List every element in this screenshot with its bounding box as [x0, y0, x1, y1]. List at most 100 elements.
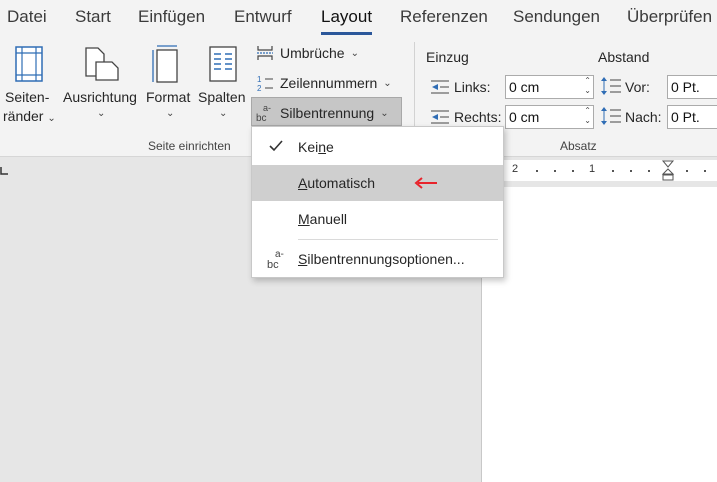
red-arrow-annotation-icon [414, 177, 437, 189]
ruler-tick [686, 170, 688, 172]
spacing-after-icon [601, 107, 621, 125]
spinner-arrows-icon[interactable]: ⌃ ⌄ [584, 106, 591, 126]
tab-datei[interactable]: Datei [7, 7, 47, 27]
word-window: Datei Start Einfügen Entwurf Layout Refe… [0, 0, 717, 482]
access-key: M [298, 211, 310, 227]
silbentrennung-button[interactable]: a- bc Silbentrennung ⌄ [256, 103, 389, 123]
ruler-tick [536, 170, 538, 172]
spacing-before-value: 0 Pt. [671, 79, 700, 95]
ruler-tick [554, 170, 556, 172]
ribbon-tabs: Datei Start Einfügen Entwurf Layout Refe… [0, 0, 717, 38]
menu-separator [298, 239, 498, 240]
tab-einfuegen[interactable]: Einfügen [138, 7, 205, 27]
document-page[interactable] [481, 187, 717, 482]
orientation-icon [85, 47, 119, 81]
chevron-down-icon: ⌄ [383, 77, 392, 89]
format-label: Format [146, 89, 191, 105]
silbentrennung-dropdown: Keine Automatisch Manuell a- bc Silbentr… [251, 126, 504, 278]
seitenraender-label-2: ränder [3, 108, 44, 124]
svg-text:bc: bc [267, 259, 279, 271]
columns-icon [209, 46, 237, 82]
svg-text:2: 2 [257, 84, 262, 92]
spacing-before-input[interactable]: 0 Pt. [667, 75, 717, 99]
horizontal-ruler[interactable]: 2 1 [481, 160, 717, 181]
einzug-heading: Einzug [426, 49, 469, 65]
ruler-tick [648, 170, 650, 172]
chevron-down-icon: ⌄ [380, 107, 389, 119]
size-icon [152, 45, 178, 83]
ruler-label: 2 [512, 163, 519, 175]
hyphenation-icon: a- bc [267, 249, 284, 271]
chevron-down-icon: ⌄ [47, 113, 56, 124]
ruler-tick [630, 170, 632, 172]
svg-text:1: 1 [257, 75, 262, 84]
label-part: ilbentrennungsoptionen... [307, 251, 465, 267]
ausrichtung-label: Ausrichtung [63, 89, 137, 105]
menu-item-label: Automatisch [298, 175, 375, 191]
access-key: S [298, 251, 308, 267]
menu-item-keine[interactable]: Keine [252, 129, 503, 165]
menu-item-silbentrennungsoptionen[interactable]: a- bc Silbentrennungsoptionen... [252, 241, 503, 277]
ruler-label: 1 [589, 163, 596, 175]
links-label: Links: [454, 79, 491, 95]
tab-sendungen[interactable]: Sendungen [513, 7, 600, 27]
checkmark-icon [269, 140, 283, 152]
chevron-down-icon: ⌄ [97, 108, 106, 119]
indent-left-input[interactable]: 0 cm ⌃ ⌄ [505, 75, 594, 99]
group-label-seite-einrichten: Seite einrichten [148, 139, 231, 153]
label-part: anuell [309, 211, 348, 227]
ruler-tick [572, 170, 574, 172]
zeilennummern-label: Zeilennummern [280, 75, 378, 91]
label-part: Kei [298, 139, 319, 155]
tab-referenzen[interactable]: Referenzen [400, 7, 488, 27]
chevron-down-icon: ⌄ [219, 108, 228, 119]
menu-item-automatisch[interactable]: Automatisch [252, 165, 503, 201]
access-key: A [298, 175, 308, 191]
breaks-icon [257, 46, 273, 60]
indent-right-input[interactable]: 0 cm ⌃ ⌄ [505, 105, 594, 129]
ruler-tick [612, 170, 614, 172]
indent-right-icon [431, 110, 449, 124]
svg-text:bc: bc [256, 113, 267, 123]
seitenraender-label-1: Seiten- [5, 89, 50, 105]
silbentrennung-label: Silbentrennung [280, 105, 375, 121]
menu-item-label: Keine [298, 139, 334, 155]
indent-left-value: 0 cm [509, 79, 540, 95]
tab-start[interactable]: Start [75, 7, 111, 27]
tab-layout[interactable]: Layout [321, 7, 372, 27]
indent-right-value: 0 cm [509, 109, 540, 125]
tab-selector-icon[interactable] [0, 166, 9, 175]
menu-item-manuell[interactable]: Manuell [252, 201, 503, 237]
chevron-down-icon: ⌄ [350, 47, 359, 59]
line-numbers-icon: 1 2 [257, 75, 273, 92]
spacing-after-value: 0 Pt. [671, 109, 700, 125]
svg-text:a-: a- [263, 103, 271, 113]
label-part: e [326, 139, 334, 155]
chevron-down-icon: ⌄ [166, 108, 175, 119]
umbrueche-button[interactable]: Umbrüche ⌄ [256, 45, 359, 61]
umbrueche-label: Umbrüche [280, 45, 345, 61]
spacing-before-icon [601, 77, 621, 95]
margins-icon [15, 46, 43, 82]
indent-marker-icon[interactable] [661, 160, 675, 181]
menu-item-label: Manuell [298, 211, 347, 227]
spalten-label: Spalten [198, 89, 246, 105]
ruler-tick [704, 170, 706, 172]
active-tab-indicator [321, 32, 372, 35]
nach-label: Nach: [625, 109, 662, 125]
group-label-absatz: Absatz [560, 139, 597, 153]
seitenraender-line2: ränder ⌄ [3, 108, 56, 124]
abstand-heading: Abstand [598, 49, 650, 65]
indent-left-icon [431, 80, 449, 94]
zeilennummern-button[interactable]: 1 2 Zeilennummern ⌄ [256, 74, 392, 92]
tab-entwurf[interactable]: Entwurf [234, 7, 292, 27]
spacing-after-input[interactable]: 0 Pt. [667, 105, 717, 129]
vor-label: Vor: [625, 79, 650, 95]
label-part: utomatisch [307, 175, 376, 191]
menu-item-label: Silbentrennungsoptionen... [298, 251, 465, 267]
hyphenation-icon: a- bc [256, 103, 271, 123]
rechts-label: Rechts: [454, 109, 502, 125]
tab-ueberpruefen[interactable]: Überprüfen [627, 7, 712, 27]
access-key: n [318, 139, 327, 155]
spinner-arrows-icon[interactable]: ⌃ ⌄ [584, 76, 591, 96]
